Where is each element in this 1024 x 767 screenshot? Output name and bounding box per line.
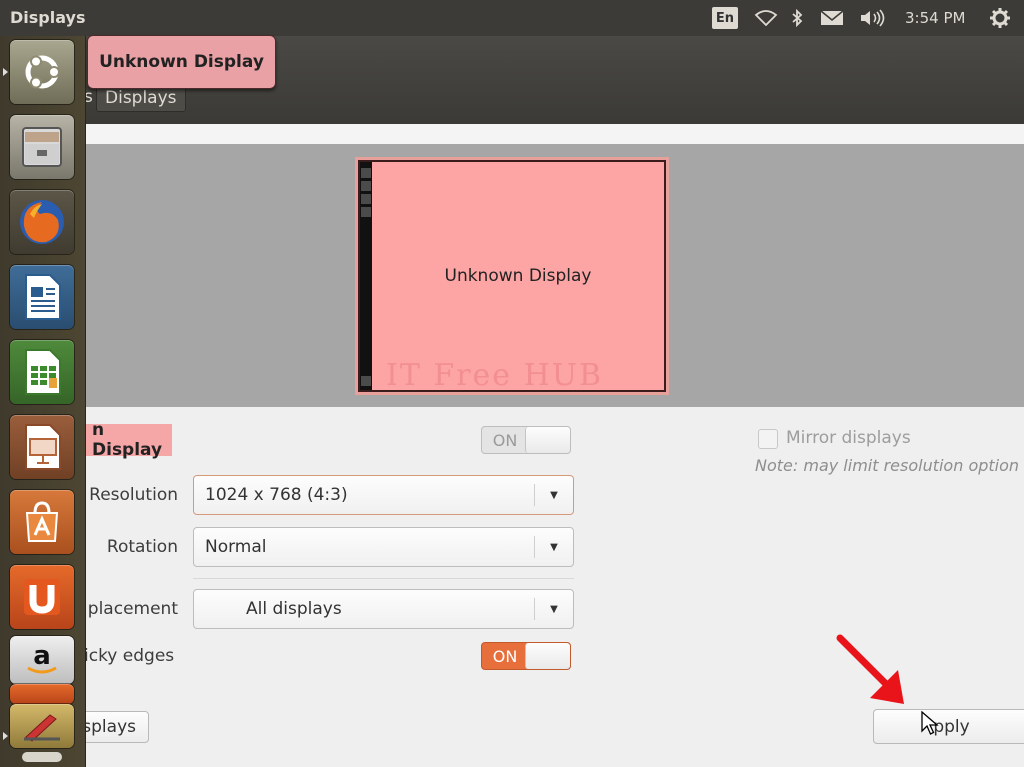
display-name-label: n Display	[84, 420, 172, 460]
watermark: IT Free HUB	[386, 358, 604, 393]
volume-icon[interactable]	[858, 0, 888, 36]
ubuntu-one-icon[interactable]	[10, 565, 74, 629]
display-power-switch[interactable]: ON	[481, 426, 571, 454]
chevron-down-icon: ▼	[534, 484, 573, 506]
mirror-displays-checkbox[interactable]	[758, 429, 778, 449]
mirror-note: Note: may limit resolution option	[755, 456, 1020, 475]
rotation-dropdown[interactable]: Normal ▼	[193, 527, 574, 567]
mirror-displays-label: Mirror displays	[786, 428, 911, 448]
impress-icon[interactable]	[10, 415, 74, 479]
launcher-placement-value: All displays	[246, 599, 342, 619]
trash-icon[interactable]	[22, 752, 62, 762]
calc-icon[interactable]	[10, 340, 74, 404]
resolution-label: Resolution	[89, 485, 178, 505]
svg-text:a: a	[33, 642, 51, 671]
wifi-icon[interactable]	[752, 0, 780, 36]
chevron-down-icon: ▼	[534, 598, 573, 620]
content-top-strip	[84, 124, 1024, 145]
app-title: Displays	[10, 8, 86, 27]
system-settings-icon[interactable]	[10, 704, 74, 748]
chevron-down-icon: ▼	[534, 536, 573, 558]
amazon-icon[interactable]: a	[10, 636, 74, 684]
red-arrow-annotation	[836, 634, 904, 704]
bluetooth-icon[interactable]	[786, 0, 808, 36]
software-center-icon[interactable]	[10, 490, 74, 554]
sticky-edges-switch[interactable]: ON	[481, 642, 571, 670]
unity-launcher: a	[0, 36, 86, 767]
switch-state-label: ON	[492, 646, 518, 666]
apply-button[interactable]: pply	[873, 709, 1024, 744]
running-indicator	[3, 732, 8, 740]
sticky-edges-label: icky edges	[84, 646, 175, 666]
files-icon[interactable]	[10, 115, 74, 179]
section-divider	[193, 578, 574, 579]
display-tooltip: Unknown Display	[87, 35, 276, 89]
switch-knob[interactable]	[525, 643, 570, 669]
resolution-dropdown[interactable]: 1024 x 768 (4:3) ▼	[193, 475, 574, 515]
mouse-cursor-icon	[921, 711, 939, 735]
monitor-label: Unknown Display	[444, 266, 592, 286]
running-indicator	[3, 68, 8, 76]
resolution-value: 1024 x 768 (4:3)	[205, 485, 348, 505]
switch-knob[interactable]	[525, 427, 570, 453]
top-panel: Displays En 3:54 PM	[0, 0, 1024, 36]
clock[interactable]: 3:54 PM	[905, 9, 965, 27]
switch-state-label: ON	[492, 430, 518, 450]
firefox-icon[interactable]	[10, 190, 74, 254]
dash-home-icon[interactable]	[10, 40, 74, 104]
rotation-value: Normal	[205, 537, 267, 557]
gear-icon[interactable]	[986, 0, 1014, 36]
keyboard-layout-indicator[interactable]: En	[712, 7, 738, 29]
rotation-label: Rotation	[106, 537, 178, 557]
writer-icon[interactable]	[10, 265, 74, 329]
ubuntu-one-icon-stacked[interactable]	[10, 684, 74, 704]
launcher-placement-label: placement	[87, 599, 178, 619]
launcher-placement-dropdown[interactable]: All displays ▼	[193, 589, 574, 629]
mail-icon[interactable]	[818, 0, 846, 36]
